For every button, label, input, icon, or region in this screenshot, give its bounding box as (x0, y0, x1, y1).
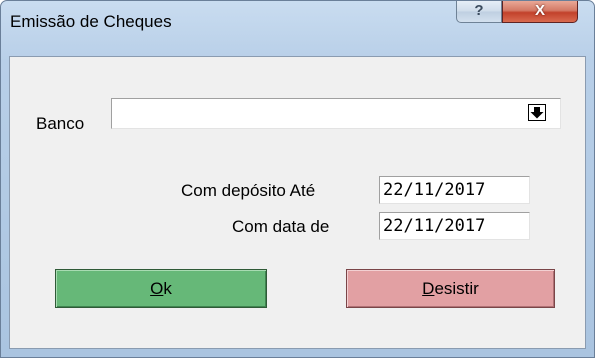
deposito-date-input[interactable]: 22/11/2017 (379, 176, 530, 204)
ok-button[interactable]: Ok (55, 269, 267, 308)
ok-mnemonic: O (150, 279, 164, 298)
ok-label-rest: k (163, 279, 172, 298)
deposito-label: Com depósito Até (181, 181, 316, 200)
data-date-input[interactable]: 22/11/2017 (379, 212, 530, 240)
help-button[interactable]: ? (456, 1, 502, 23)
help-icon: ? (474, 2, 484, 19)
banco-label: Banco (36, 114, 85, 133)
desistir-button[interactable]: Desistir (346, 269, 555, 308)
close-button[interactable]: X (502, 1, 578, 23)
dialog-window: Emissão de Cheques ? X Banco Com depósit… (0, 0, 595, 358)
dialog-body: Banco Com depósito Até 22/11/2017 Com da… (9, 56, 586, 349)
arrow-down-icon (529, 105, 545, 120)
banco-dropdown-button[interactable] (528, 104, 546, 121)
desistir-mnemonic: D (422, 279, 435, 298)
title-bar[interactable]: Emissão de Cheques ? X (1, 1, 594, 33)
close-icon: X (534, 2, 545, 19)
desistir-label-rest: esistir (434, 279, 479, 298)
data-label: Com data de (232, 217, 330, 236)
window-title: Emissão de Cheques (10, 12, 172, 31)
banco-combobox[interactable] (111, 98, 561, 129)
